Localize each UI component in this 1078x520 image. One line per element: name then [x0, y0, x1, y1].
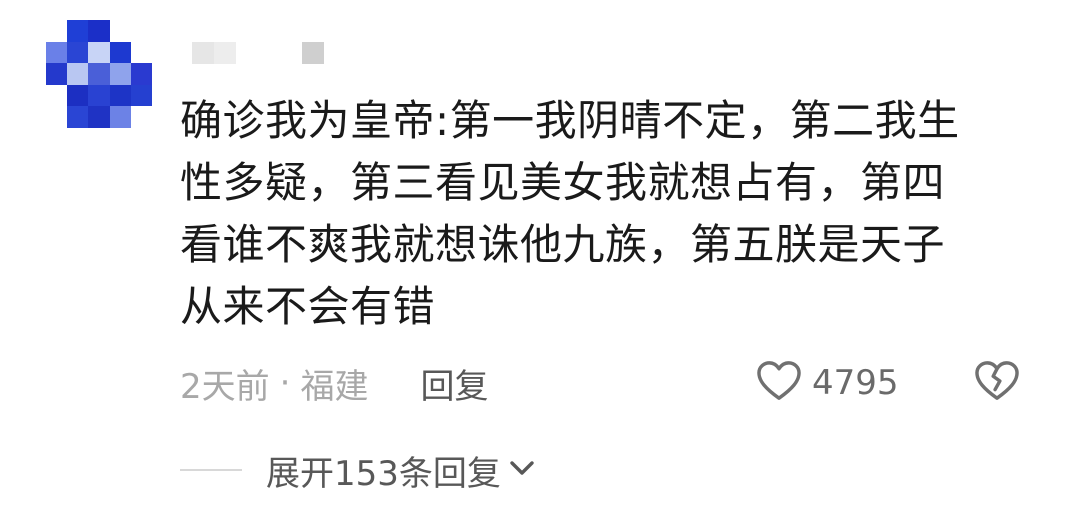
- divider-line: [180, 469, 242, 471]
- avatar-pixel: [67, 106, 89, 128]
- expand-replies-label: 展开153条回复: [266, 453, 501, 494]
- comment-text-line: 从来不会有错: [180, 282, 436, 331]
- comment-text-line: 看谁不爽我就想诛他九族，第五朕是天子: [180, 220, 946, 269]
- avatar-pixel: [46, 41, 68, 64]
- avatar-pixel: [109, 41, 131, 64]
- avatar-pixel: [109, 63, 131, 85]
- like-count: 4795: [812, 363, 899, 403]
- username-pixel: [192, 42, 214, 64]
- avatar-pixel: [88, 41, 110, 64]
- avatar-pixel: [130, 106, 152, 128]
- username-pixel: [214, 42, 236, 64]
- reply-button[interactable]: 回复: [420, 359, 488, 408]
- avatar-pixel: [88, 20, 110, 42]
- avatar-pixel: [67, 20, 89, 42]
- avatar-pixel: [67, 84, 89, 107]
- username-pixel: [258, 42, 280, 64]
- heart-outline-icon: [756, 360, 802, 406]
- avatar-pixel: [88, 106, 110, 128]
- username-pixel: [236, 42, 258, 64]
- avatar-pixel: [88, 84, 110, 107]
- comment-text: 确诊我为皇帝:第一我阴晴不定，第二我生 性多疑，第三看见美女我就想占有，第四 看…: [180, 90, 1020, 338]
- avatar-pixel: [130, 20, 152, 42]
- avatar-pixel: [130, 41, 152, 64]
- avatar-pixel: [46, 106, 68, 128]
- comment-item: 确诊我为皇帝:第一我阴晴不定，第二我生 性多疑，第三看见美女我就想占有，第四 看…: [0, 0, 1078, 520]
- comment-time: 2天前: [180, 366, 270, 407]
- avatar-pixel: [88, 63, 110, 85]
- comment-meta: 2天前 · 福建 回复: [180, 359, 488, 408]
- avatar-pixel: [46, 84, 68, 107]
- dislike-button[interactable]: [974, 360, 1020, 406]
- avatar-pixel: [130, 84, 152, 107]
- username[interactable]: [192, 42, 324, 64]
- broken-heart-icon: [974, 360, 1020, 406]
- avatar-pixel: [46, 20, 68, 42]
- like-button[interactable]: 4795: [756, 360, 899, 406]
- avatar-pixel: [109, 84, 131, 107]
- username-pixel: [280, 42, 302, 64]
- avatar-pixel: [109, 20, 131, 42]
- comment-text-line: 确诊我为皇帝:第一我阴晴不定，第二我生: [180, 96, 960, 145]
- avatar[interactable]: [46, 20, 152, 128]
- expand-replies-button[interactable]: 展开153条回复: [180, 446, 535, 494]
- chevron-down-icon: [501, 459, 535, 481]
- username-pixel: [302, 42, 324, 64]
- avatar-pixel: [109, 106, 131, 128]
- avatar-pixel: [130, 63, 152, 85]
- avatar-pixel: [67, 41, 89, 64]
- avatar-pixel: [46, 63, 68, 85]
- comment-text-line: 性多疑，第三看见美女我就想占有，第四: [180, 158, 946, 207]
- avatar-pixel: [67, 63, 89, 85]
- meta-separator: ·: [279, 363, 291, 403]
- comment-location: 福建: [300, 366, 369, 407]
